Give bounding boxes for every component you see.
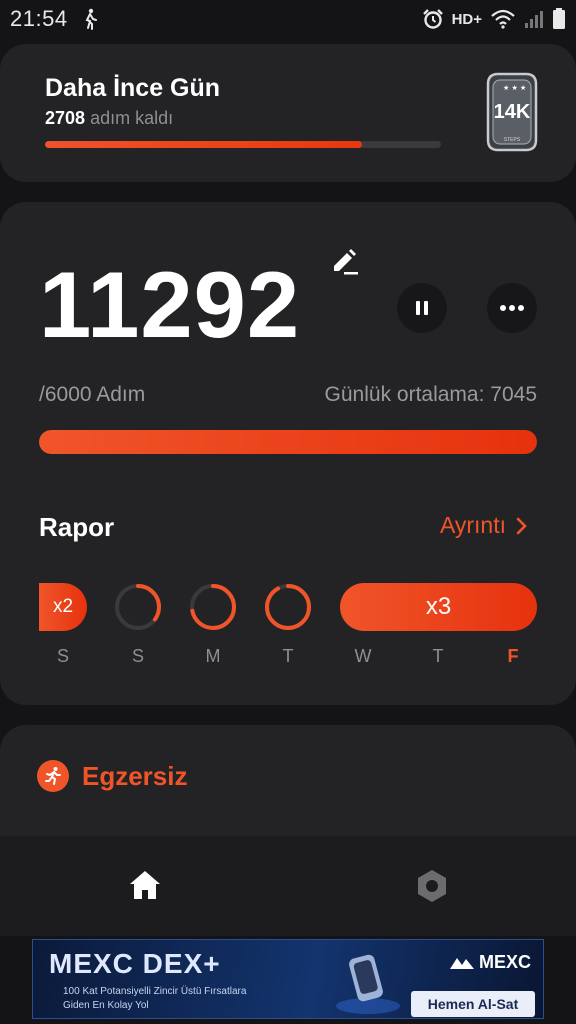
chevron-right-icon [516,517,527,534]
ad-banner[interactable]: MEXC DEX+ 100 Kat Potansiyelli Zincir Üs… [32,939,544,1019]
mexc-logo-icon [449,957,474,969]
more-options-button[interactable] [487,283,537,333]
edit-icon[interactable] [330,246,360,276]
streak-left-label: x2 [52,596,74,617]
exercise-title: Egzersiz [82,761,188,791]
report-title: Rapor [39,512,115,542]
ad-cta-label: Hemen Al-Sat [427,996,519,1012]
wifi-icon [491,9,515,29]
day-label: S [131,646,144,666]
steps-left-count: 2708 [45,108,86,128]
daily-goal-label: /6000 Adım [39,383,146,406]
badge-caption: STEPS [504,137,521,143]
day-label: T [432,646,444,666]
streak-pill-right[interactable]: x3 [340,583,537,631]
settings-icon[interactable] [415,868,449,904]
day-ring-monday[interactable] [189,583,237,631]
alarm-icon [422,9,443,29]
day-label: M [205,646,221,666]
step-count: 11292 [39,252,301,357]
pause-icon [416,301,428,315]
goal-title: Daha İnce Gün [45,74,221,102]
details-link[interactable]: Ayrıntı [440,512,528,539]
ad-text-line2: Giden En Kolay Yol [63,1000,149,1011]
step-progress-bar [39,430,537,454]
details-link-label: Ayrıntı [439,512,506,538]
pause-button[interactable] [397,283,447,333]
goal-subtitle: 2708 adım kaldı [45,108,173,129]
day-label-active: F [507,646,519,666]
streak-right-label: x3 [425,593,452,620]
badge-14k-icon[interactable]: ★ ★ ★ 14K STEPS [482,70,542,156]
running-icon [37,760,69,792]
day-label: W [354,646,372,666]
day-label: S [56,646,69,666]
steps-left-suffix: adım kaldı [90,108,174,128]
ad-text-line1: 100 Kat Potansiyelli Zincir Üstü Fırsatl… [63,986,247,997]
battery-icon [553,8,565,29]
daily-average-label: Günlük ortalama: 7045 [324,383,537,406]
status-time: 21:54 [10,6,68,31]
signal-icon [525,11,543,28]
goal-progress-fill [45,141,362,148]
home-icon[interactable] [128,868,162,902]
ad-brand-label: MEXC [478,952,531,972]
goal-progress-bar [45,141,441,148]
more-icon [500,305,524,311]
walk-icon [85,8,97,30]
ad-title: MEXC DEX+ [49,948,221,979]
day-label: T [282,646,294,666]
streak-pill-left[interactable]: x2 [39,583,87,631]
badge-label: 14K [494,101,531,123]
bottom-navigation [0,836,576,936]
svg-text:★ ★ ★: ★ ★ ★ [503,84,526,92]
ad-device-image [336,954,400,1014]
day-ring-tuesday[interactable] [264,583,312,631]
ad-cta-button[interactable]: Hemen Al-Sat [411,991,535,1017]
day-ring-sunday[interactable] [114,583,162,631]
ad-brand: MEXC [449,952,531,973]
network-type: HD+ [451,10,482,28]
step-progress-fill [39,430,537,454]
status-bar: 21:54 HD+ [0,0,576,38]
